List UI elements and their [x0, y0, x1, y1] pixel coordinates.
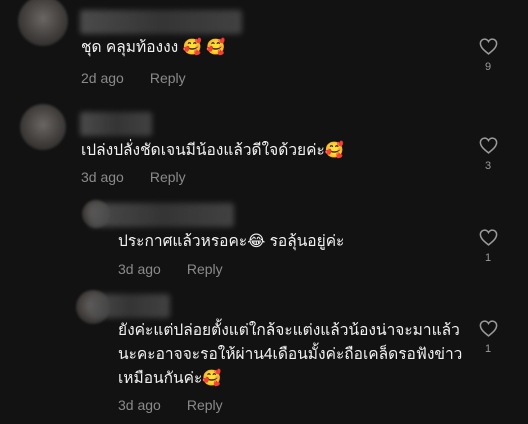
username-blurred[interactable] [80, 112, 152, 136]
like-button[interactable]: 1 [476, 229, 500, 264]
avatar[interactable] [20, 104, 66, 150]
like-count: 1 [484, 343, 492, 355]
comment-timestamp: 3d ago [81, 169, 124, 185]
comment-text: ประกาศแล้วหรอคะ😂 รอลุ้นอยู่ค่ะ [118, 233, 345, 250]
comment-timestamp: 2d ago [81, 70, 124, 86]
like-button[interactable]: 9 [476, 38, 500, 73]
comment-timestamp: 3d ago [118, 397, 161, 413]
heart-outline-icon [479, 229, 497, 246]
reply-button[interactable]: Reply [150, 169, 186, 185]
username-blurred[interactable] [80, 10, 242, 34]
username-blurred[interactable] [90, 294, 170, 318]
comment-meta: 3d ago Reply [81, 169, 186, 185]
heart-outline-icon [479, 320, 497, 337]
like-button[interactable]: 3 [476, 137, 500, 172]
heart-outline-icon [479, 38, 497, 55]
comment-meta: 3d ago Reply [118, 261, 223, 277]
comment-meta: 2d ago Reply [81, 70, 186, 86]
comment-timestamp: 3d ago [118, 261, 161, 277]
comment-text: ยังค่ะแต่ปล่อยตั้งแต่ใกล้จะแต่งแล้วน้องน… [118, 322, 463, 387]
like-button[interactable]: 1 [476, 320, 500, 355]
reply-button[interactable]: Reply [150, 70, 186, 86]
heart-outline-icon [479, 137, 497, 154]
comment-meta: 3d ago Reply [118, 397, 223, 413]
reply-button[interactable]: Reply [187, 397, 223, 413]
username-blurred[interactable] [90, 203, 234, 227]
comment-text: เปล่งปลั่งชัดเจนมีน้องแล้วดีใจด้วยค่ะ🥰 [81, 142, 345, 159]
like-count: 9 [484, 61, 492, 73]
like-count: 3 [484, 160, 492, 172]
like-count: 1 [484, 252, 492, 264]
avatar[interactable] [18, 0, 68, 46]
comment-text: ชุด คลุมท้องงง 🥰 🥰 [81, 39, 226, 56]
reply-button[interactable]: Reply [187, 261, 223, 277]
